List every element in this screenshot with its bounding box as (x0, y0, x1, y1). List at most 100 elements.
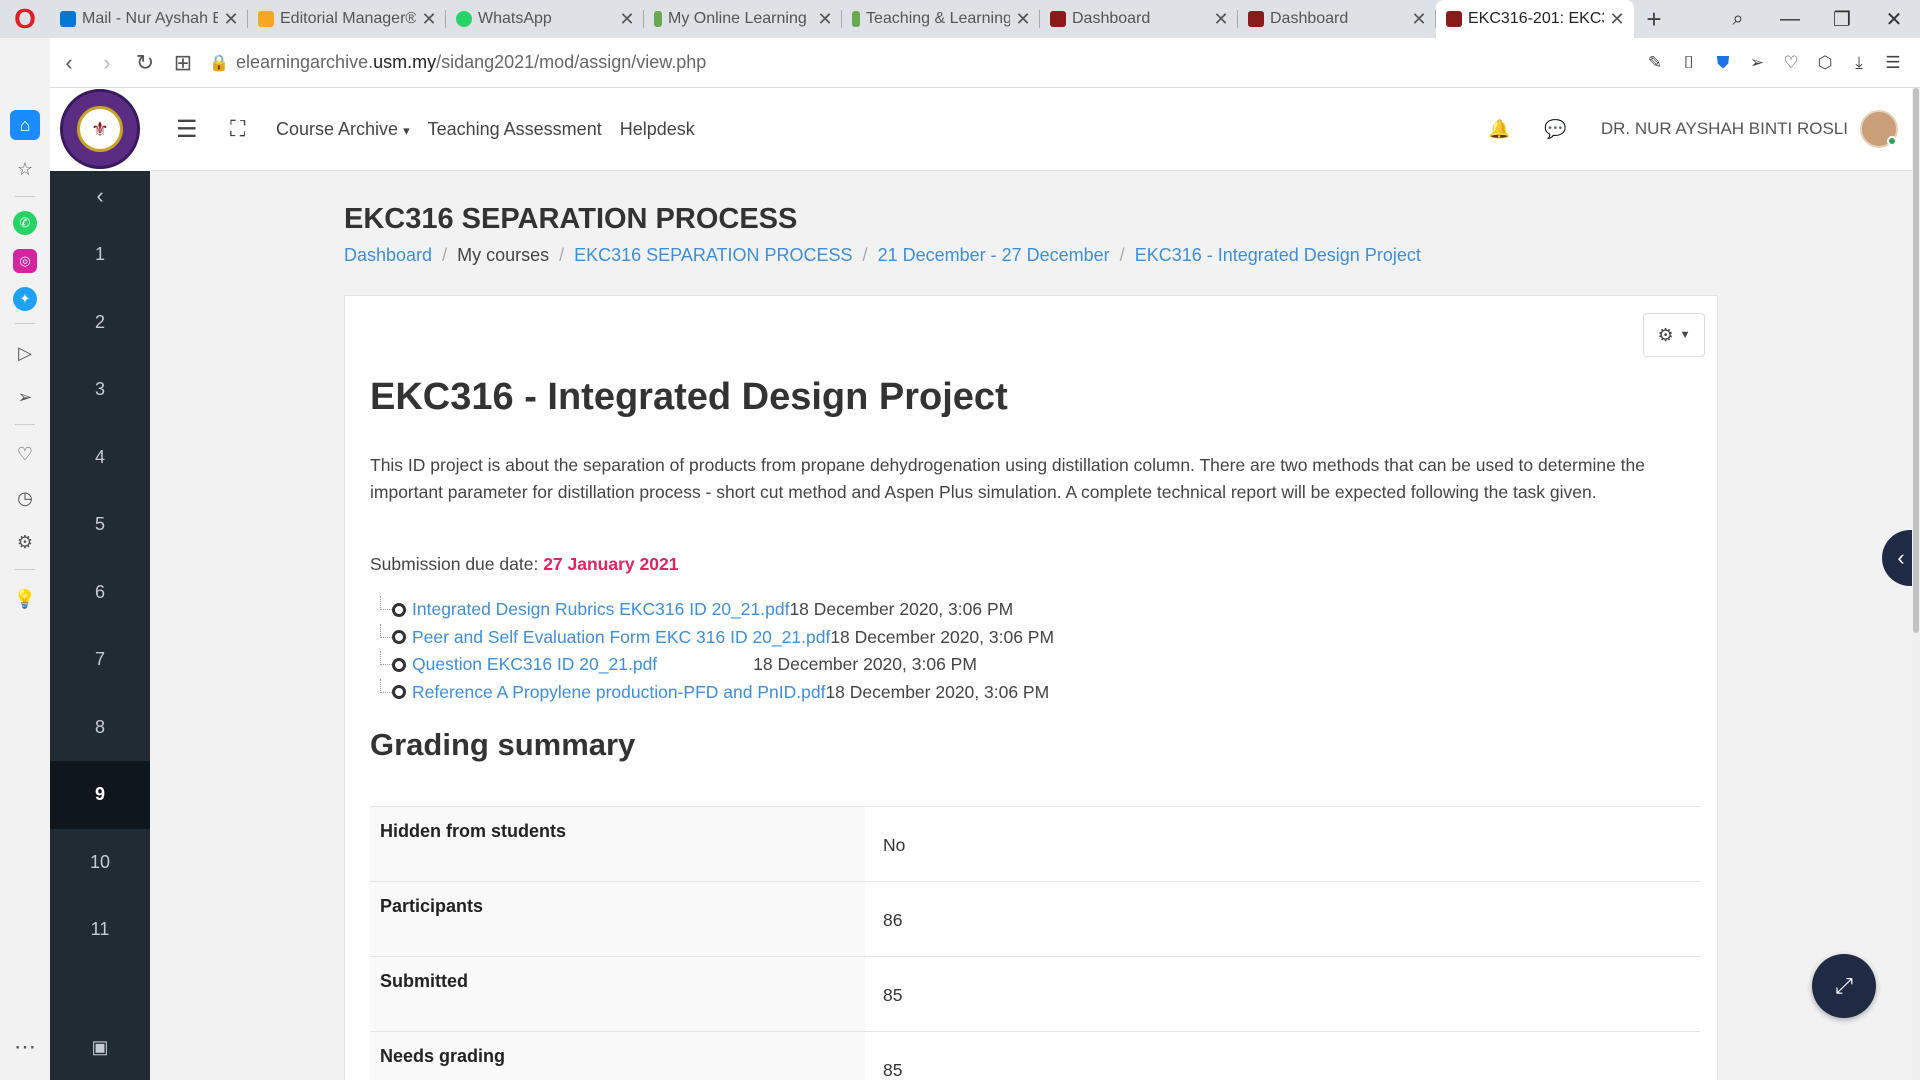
chat-icon[interactable]: 💬 (1544, 119, 1566, 140)
expand-arrows-icon[interactable]: ⤢ (1812, 954, 1876, 1018)
hamburger-menu-icon[interactable]: ☰ (176, 115, 206, 144)
archive-box-icon[interactable]: ▣ (50, 1037, 150, 1058)
breadcrumb-assignment[interactable]: EKC316 - Integrated Design Project (1135, 245, 1421, 266)
reload-icon[interactable]: ↻ (126, 50, 164, 76)
nav-course-archive[interactable]: Course Archive ▾ (276, 119, 410, 140)
close-icon[interactable]: ✕ (420, 9, 438, 30)
section-item[interactable]: 11 (50, 896, 150, 964)
whatsapp-icon[interactable]: ✆ (13, 211, 37, 235)
browser-tab[interactable]: My Online Learning ✕ (644, 0, 842, 38)
section-item-active[interactable]: 9 (50, 761, 150, 829)
browser-tab[interactable]: WhatsApp ✕ (446, 0, 644, 38)
file-link[interactable]: Reference A Propylene production-PFD and… (412, 682, 825, 703)
browser-tab[interactable]: Dashboard ✕ (1238, 0, 1436, 38)
restore-icon[interactable]: ❐ (1816, 7, 1868, 32)
close-icon[interactable]: ✕ (816, 9, 834, 30)
usm-crest-icon (1248, 11, 1264, 27)
site-logo[interactable]: ⚜ (50, 87, 150, 171)
opera-logo-icon[interactable]: O (0, 0, 50, 38)
extensions-cube-icon[interactable]: ⬡ (1808, 53, 1842, 73)
back-icon[interactable]: ‹ (50, 50, 88, 76)
assignment-title: EKC316 - Integrated Design Project (370, 376, 1008, 418)
url-path: /sidang2021/mod/assign/view.php (436, 52, 707, 72)
nav-teaching-assessment[interactable]: Teaching Assessment (428, 119, 602, 140)
section-item[interactable]: 1 (50, 221, 150, 289)
lightbulb-icon[interactable]: 💡 (10, 584, 40, 614)
camera-icon[interactable]: ⌷ (1672, 53, 1706, 73)
attachment-list: Integrated Design Rubrics EKC316 ID 20_2… (370, 596, 1054, 706)
section-item[interactable]: 10 (50, 829, 150, 897)
speed-dial-icon[interactable]: ⊞ (164, 50, 202, 76)
file-date: 18 December 2020, 3:06 PM (825, 681, 1050, 702)
breadcrumb-section[interactable]: 21 December - 27 December (878, 245, 1110, 266)
forward-icon[interactable]: › (88, 50, 126, 76)
window-close-icon[interactable]: ✕ (1868, 7, 1920, 32)
section-item[interactable]: 5 (50, 491, 150, 559)
section-item[interactable]: 2 (50, 289, 150, 357)
section-item[interactable]: 6 (50, 559, 150, 627)
close-icon[interactable]: ✕ (1410, 9, 1428, 30)
home-icon[interactable]: ⌂ (10, 110, 40, 140)
browser-tab-active[interactable]: EKC316-201: EKC316 ✕ (1436, 0, 1634, 38)
more-icon[interactable]: ⋯ (14, 1034, 36, 1060)
close-icon[interactable]: ✕ (222, 9, 240, 30)
player-icon[interactable]: ▷ (10, 338, 40, 368)
url-field[interactable]: elearningarchive.usm.my/sidang2021/mod/a… (236, 52, 1638, 73)
send-icon[interactable]: ➢ (1740, 53, 1774, 73)
easy-setup-icon[interactable]: ☰ (1876, 53, 1910, 73)
avatar[interactable] (1860, 110, 1898, 148)
send-icon[interactable]: ➢ (10, 382, 40, 412)
close-icon[interactable]: ✕ (618, 9, 636, 30)
moodle-header: ⚜ ☰ ⛶ Course Archive ▾ Teaching Assessme… (50, 87, 1912, 171)
breadcrumb-dashboard[interactable]: Dashboard (344, 245, 432, 266)
minimize-icon[interactable]: — (1764, 8, 1816, 31)
close-icon[interactable]: ✕ (1608, 9, 1626, 30)
browser-tab[interactable]: Teaching & Learning ✕ (842, 0, 1040, 38)
edit-icon[interactable]: ✎ (1638, 53, 1672, 73)
chevron-left-icon[interactable]: ‹ (50, 171, 150, 221)
file-date: 18 December 2020, 3:06 PM (789, 599, 1014, 620)
settings-gear-icon[interactable]: ⚙ (10, 527, 40, 557)
vpn-shield-icon[interactable]: ⛊ (1706, 53, 1740, 73)
section-item[interactable]: 3 (50, 356, 150, 424)
row-label: Needs grading (370, 1031, 865, 1080)
heart-icon[interactable]: ♡ (1774, 53, 1808, 73)
caret-down-icon: ▼ (1679, 329, 1691, 341)
file-link[interactable]: Question EKC316 ID 20_21.pdf (412, 654, 657, 675)
close-icon[interactable]: ✕ (1212, 9, 1230, 30)
instagram-icon[interactable]: ◎ (13, 249, 37, 273)
scrollbar-thumb[interactable] (1913, 88, 1919, 633)
pdf-file-icon (392, 602, 406, 617)
heart-icon[interactable]: ♡ (10, 439, 40, 469)
lock-icon[interactable]: 🔒 (202, 53, 236, 73)
browser-tab[interactable]: Mail - Nur Ayshah B ✕ (50, 0, 248, 38)
search-tabs-icon[interactable]: ⌕ (1712, 8, 1764, 31)
new-tab-plus-icon[interactable]: + (1634, 0, 1674, 38)
file-link[interactable]: Integrated Design Rubrics EKC316 ID 20_2… (412, 599, 789, 620)
browser-tab[interactable]: Editorial Manager® ✕ (248, 0, 446, 38)
star-icon[interactable]: ☆ (10, 154, 40, 184)
file-link[interactable]: Peer and Self Evaluation Form EKC 316 ID… (412, 627, 830, 648)
assignment-card: ⚙ ▼ EKC316 - Integrated Design Project T… (344, 295, 1718, 1080)
section-item[interactable]: 4 (50, 424, 150, 492)
twitter-icon[interactable]: ✦ (13, 287, 37, 311)
table-row: Needs grading 85 (370, 1031, 1700, 1080)
page-scrollbar[interactable] (1912, 88, 1920, 1080)
section-item[interactable]: 8 (50, 694, 150, 762)
list-item: Question EKC316 ID 20_21.pdf 18 December… (370, 651, 1054, 679)
nav-helpdesk[interactable]: Helpdesk (620, 119, 695, 140)
fullscreen-icon[interactable]: ⛶ (230, 116, 260, 142)
settings-menu-button[interactable]: ⚙ ▼ (1643, 313, 1705, 357)
row-label: Hidden from students (370, 806, 865, 882)
bell-icon[interactable]: 🔔 (1488, 119, 1510, 140)
close-icon[interactable]: ✕ (1014, 9, 1032, 30)
breadcrumb-my-courses: My courses (457, 245, 550, 265)
history-clock-icon[interactable]: ◷ (10, 483, 40, 513)
header-user-area: 🔔 💬 DR. NUR AYSHAH BINTI ROSLI (1488, 110, 1898, 148)
section-item[interactable]: 7 (50, 626, 150, 694)
browser-tab[interactable]: Dashboard ✕ (1040, 0, 1238, 38)
breadcrumb-course[interactable]: EKC316 SEPARATION PROCESS (574, 245, 852, 266)
row-value: No (883, 835, 906, 855)
user-name[interactable]: DR. NUR AYSHAH BINTI ROSLI (1601, 119, 1848, 139)
download-icon[interactable]: ⤓ (1842, 53, 1876, 73)
